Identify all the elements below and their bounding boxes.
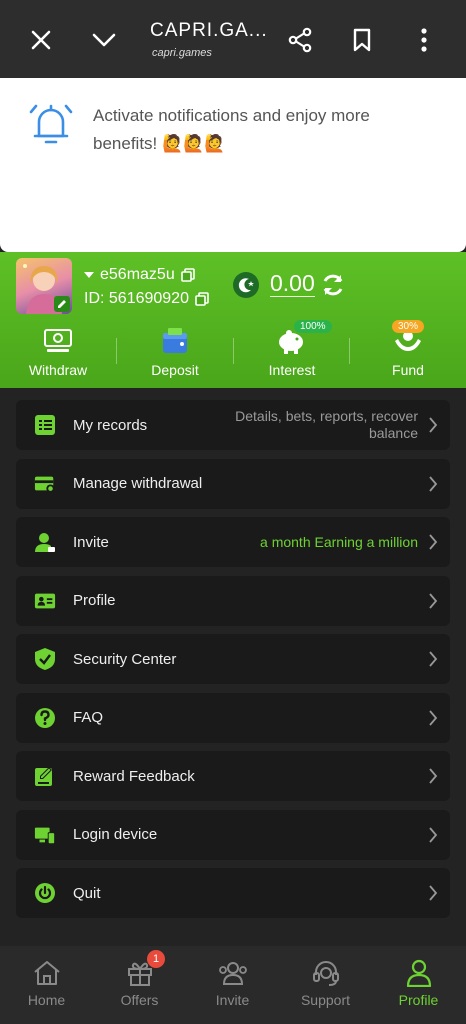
withdraw-icon — [0, 324, 116, 358]
gift-icon: 1 — [93, 950, 186, 988]
chevron-right-icon — [429, 826, 438, 843]
menu-label: Manage withdrawal — [73, 475, 203, 492]
browser-top-bar: CAPRI.GA... capri.games — [0, 0, 466, 78]
question-icon — [34, 707, 56, 729]
invite-promo-text: a month Earning a million — [260, 533, 418, 550]
menu-item-profile[interactable]: Profile — [16, 575, 450, 626]
nav-support[interactable]: Support — [279, 958, 372, 1008]
balance-amount: 0.00 — [270, 270, 315, 297]
home-icon — [0, 958, 93, 988]
offers-badge: 1 — [147, 950, 165, 968]
copy-id-icon[interactable] — [195, 292, 209, 306]
chevron-right-icon — [429, 475, 438, 492]
withdraw-label: Withdraw — [28, 362, 88, 378]
wallet-icon — [117, 324, 233, 358]
user-id-row: ID: 561690920 — [84, 290, 209, 308]
username: e56maz5u — [100, 266, 175, 283]
users-group-icon — [186, 958, 279, 988]
nav-invite[interactable]: Invite — [186, 958, 279, 1008]
menu-label: FAQ — [73, 709, 104, 726]
person-icon — [372, 958, 465, 988]
nav-label: Offers — [120, 992, 159, 1008]
more-options-icon[interactable] — [406, 22, 442, 58]
menu-item-security-center[interactable]: Security Center — [16, 634, 450, 684]
id-card-icon — [34, 590, 56, 612]
deposit-label: Deposit — [151, 362, 199, 378]
records-list-icon — [34, 414, 56, 436]
chevron-right-icon — [429, 592, 438, 609]
account-header: e56maz5u ID: 561690920 0.00 Withdraw Dep… — [0, 252, 466, 388]
piggy-bank-icon: 100% — [234, 320, 350, 358]
nav-profile[interactable]: Profile — [372, 958, 465, 1008]
menu-label: Profile — [73, 592, 116, 609]
menu-label: Reward Feedback — [73, 767, 195, 785]
withdraw-button[interactable]: Withdraw — [0, 324, 116, 380]
edit-avatar-icon[interactable] — [54, 296, 70, 312]
fund-button[interactable]: 30% Fund — [350, 320, 466, 380]
copy-icon[interactable] — [180, 268, 195, 282]
menu-label: Login device — [73, 826, 158, 843]
page-domain: capri.games — [152, 47, 212, 59]
caret-down-icon — [84, 272, 94, 278]
power-icon — [34, 882, 56, 904]
pakistan-flag-icon — [233, 272, 259, 298]
menu-item-invite[interactable]: Invite a month Earning a million — [16, 517, 450, 567]
notification-message: Activate notifications and enjoy more be… — [93, 106, 370, 153]
chevron-down-icon[interactable] — [86, 22, 122, 58]
interest-badge: 100% — [294, 320, 332, 333]
menu-item-manage-withdrawal[interactable]: Manage withdrawal — [16, 458, 450, 509]
user-id: ID: 561690920 — [84, 290, 189, 307]
bottom-navigation: Home 1 Offers Invite Support Profile — [0, 946, 466, 1024]
nav-label: Support — [300, 992, 351, 1008]
fund-label: Fund — [392, 362, 424, 378]
card-settings-icon — [34, 473, 56, 495]
nav-label: Invite — [215, 992, 250, 1008]
share-icon[interactable] — [282, 22, 318, 58]
chevron-right-icon — [429, 709, 438, 726]
chevron-right-icon — [429, 417, 438, 433]
avatar[interactable] — [16, 258, 72, 314]
fund-badge: 30% — [392, 320, 425, 333]
nav-home[interactable]: Home — [0, 958, 93, 1008]
username-row[interactable]: e56maz5u — [84, 266, 195, 284]
devices-icon — [34, 824, 56, 846]
nav-label: Home — [27, 992, 66, 1008]
chevron-right-icon — [429, 651, 438, 667]
refresh-icon[interactable] — [320, 272, 346, 303]
feedback-edit-icon — [34, 765, 56, 787]
page-title: CAPRI.GA... — [150, 20, 268, 41]
menu-item-quit[interactable]: Quit — [16, 868, 450, 918]
invite-user-icon — [34, 531, 56, 553]
nav-label: Profile — [398, 992, 439, 1008]
bell-icon — [26, 100, 76, 155]
headset-icon — [279, 958, 372, 988]
deposit-button[interactable]: Deposit — [117, 324, 233, 380]
menu-label: Invite — [73, 533, 109, 551]
notification-banner[interactable]: Activate notifications and enjoy more be… — [0, 78, 466, 252]
interest-button[interactable]: 100% Interest — [234, 320, 350, 380]
menu-label: Quit — [73, 884, 101, 902]
menu-item-faq[interactable]: FAQ — [16, 692, 450, 743]
nav-offers[interactable]: 1 Offers — [93, 950, 186, 1008]
menu-label: My records — [73, 416, 148, 434]
chevron-right-icon — [429, 885, 438, 901]
close-icon[interactable] — [23, 22, 59, 58]
bookmark-icon[interactable] — [344, 22, 380, 58]
chevron-right-icon — [429, 768, 438, 784]
chevron-right-icon — [429, 534, 438, 550]
menu-item-reward-feedback[interactable]: Reward Feedback — [16, 751, 450, 801]
menu-item-login-device[interactable]: Login device — [16, 809, 450, 860]
shield-check-icon — [34, 648, 56, 670]
menu-item-my-records[interactable]: My records Details, bets, reports, recov… — [16, 400, 450, 450]
menu-list: My records Details, bets, reports, recov… — [16, 400, 450, 927]
fund-hands-icon: 30% — [350, 320, 466, 358]
menu-label: Security Center — [73, 650, 177, 668]
interest-label: Interest — [268, 362, 316, 378]
menu-note: Details, bets, reports, recover balance — [235, 408, 418, 441]
